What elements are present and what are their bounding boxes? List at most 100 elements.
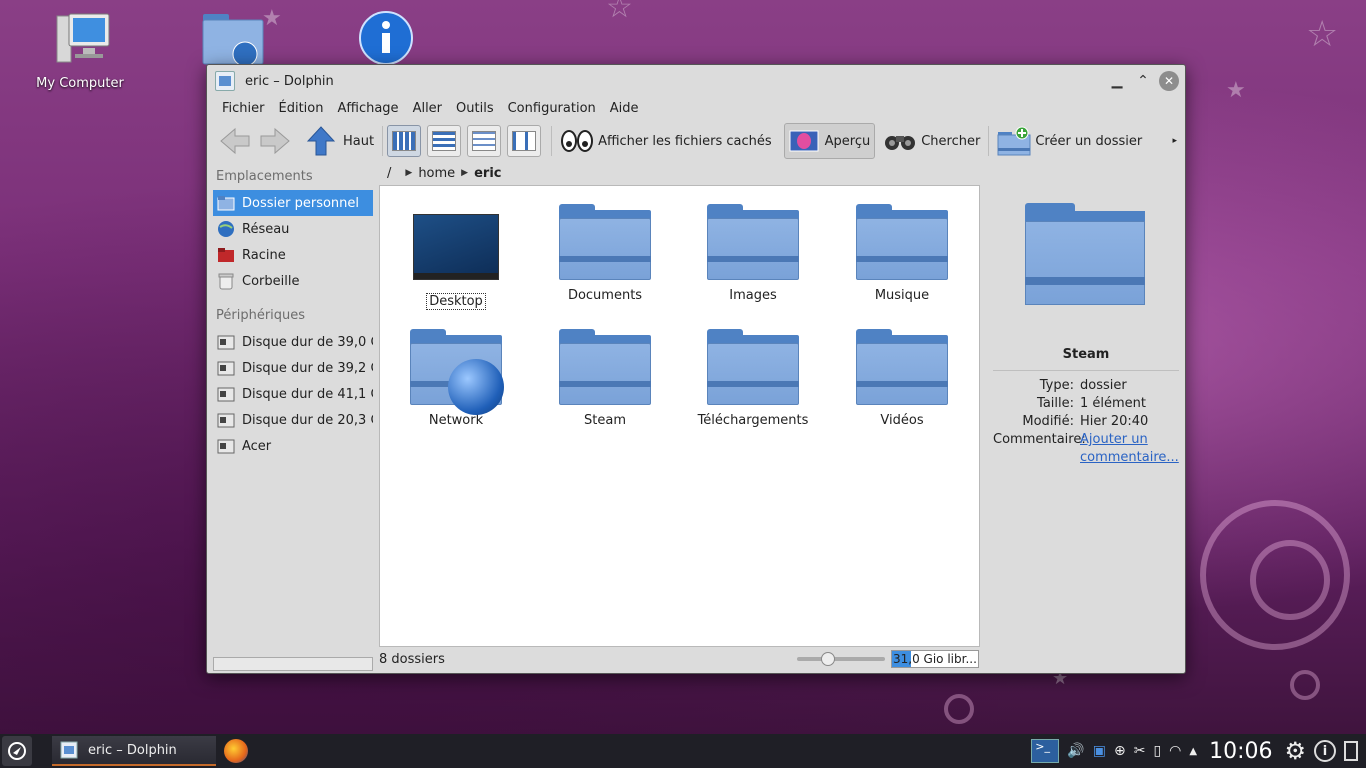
taskbar: eric – Dolphin >_ 🔊 ▣ ⊕ ✂ ▯ ◠ ▲ 10:06 ⚙ …: [0, 734, 1366, 768]
sidebar-item-label: Réseau: [242, 221, 290, 237]
wifi-icon[interactable]: ◠: [1169, 743, 1181, 759]
sidebar-item-disk-4[interactable]: Disque dur de 20,3 Gi: [213, 407, 373, 433]
columns-view-button[interactable]: [507, 125, 542, 157]
sidebar-item-label: Disque dur de 39,2 Gi: [242, 360, 373, 376]
menu-fichier[interactable]: Fichier: [215, 101, 272, 116]
sidebar-item-label: Disque dur de 41,1 Gi: [242, 386, 373, 402]
toolbar-overflow-button[interactable]: ▸: [1168, 123, 1181, 159]
file-item-label: Steam: [584, 413, 626, 428]
file-item-desktop[interactable]: Desktop: [386, 204, 526, 310]
compact-view-button[interactable]: [427, 125, 462, 157]
clipboard-icon[interactable]: ✂: [1134, 743, 1146, 759]
network-manager-icon[interactable]: ▣: [1093, 743, 1106, 759]
menu-configuration[interactable]: Configuration: [501, 101, 603, 116]
free-space-indicator[interactable]: 31,0 Gio libr...: [891, 650, 979, 668]
menu-edition[interactable]: Édition: [272, 101, 331, 116]
breadcrumb-root[interactable]: /: [387, 166, 391, 181]
application-launcher-button[interactable]: [2, 736, 32, 766]
clock[interactable]: 10:06: [1209, 739, 1272, 764]
info-key: Commentaire:: [993, 432, 1086, 447]
menu-aide[interactable]: Aide: [603, 101, 646, 116]
sidebar-item-label: Corbeille: [242, 273, 300, 289]
file-item-label: Desktop: [426, 293, 486, 310]
sidebar-item-racine[interactable]: Racine: [213, 242, 373, 268]
details-view-icon: [472, 131, 497, 151]
file-item-label: Network: [428, 413, 484, 428]
sidebar-item-corbeille[interactable]: Corbeille: [213, 268, 373, 294]
file-item-steam[interactable]: Steam: [535, 329, 675, 428]
details-view-button[interactable]: [467, 125, 502, 157]
taskbar-task-dolphin[interactable]: eric – Dolphin: [52, 736, 216, 766]
new-folder-button[interactable]: Créer un dossier: [993, 123, 1146, 159]
file-item-images[interactable]: Images: [683, 204, 823, 303]
sidebar-horizontal-scrollbar[interactable]: [213, 657, 373, 671]
compact-view-icon: [432, 131, 457, 151]
show-hidden-label: Afficher les fichiers cachés: [598, 133, 772, 149]
show-hidden-files-button[interactable]: Afficher les fichiers cachés: [556, 123, 776, 159]
info-key: Modifié:: [1022, 414, 1074, 429]
file-item-telechargements[interactable]: Téléchargements: [683, 329, 823, 428]
close-button[interactable]: ✕: [1159, 71, 1179, 91]
sidebar-item-disk-1[interactable]: Disque dur de 39,0 Gi: [213, 329, 373, 355]
info-divider: [993, 370, 1179, 371]
search-label: Chercher: [921, 133, 981, 149]
folder-icon: [707, 204, 799, 280]
task-title: eric – Dolphin: [88, 742, 177, 758]
zoom-slider[interactable]: [797, 652, 885, 666]
globe-icon: [218, 221, 234, 237]
menu-aller[interactable]: Aller: [406, 101, 449, 116]
home-folder-icon: [217, 196, 235, 211]
breadcrumb-current[interactable]: eric: [474, 166, 501, 181]
up-button[interactable]: Haut: [303, 123, 378, 159]
desktop-icon-my-computer[interactable]: My Computer: [30, 12, 130, 91]
forward-button[interactable]: [255, 123, 295, 159]
info-row-size: Taille: 1 élément: [993, 395, 1179, 413]
toolbar: Haut Afficher les fichiers cachés Aperçu: [207, 119, 1185, 163]
tray-expand-icon[interactable]: ▲: [1189, 746, 1197, 757]
sidebar-item-disk-2[interactable]: Disque dur de 39,2 Gi: [213, 355, 373, 381]
sidebar-item-reseau[interactable]: Réseau: [213, 216, 373, 242]
icons-view-button[interactable]: [387, 125, 422, 157]
file-item-network[interactable]: Network: [386, 329, 526, 428]
columns-view-icon: [512, 131, 537, 151]
sidebar-item-disk-3[interactable]: Disque dur de 41,1 Gi: [213, 381, 373, 407]
battery-icon[interactable]: ▯: [1153, 743, 1161, 759]
terminal-icon[interactable]: >_: [1031, 739, 1060, 763]
sidebar-item-acer[interactable]: Acer: [213, 433, 373, 459]
zoom-slider-handle[interactable]: [821, 652, 835, 666]
menu-outils[interactable]: Outils: [449, 101, 501, 116]
trash-icon: [218, 273, 234, 290]
chevron-right-icon[interactable]: ▶: [461, 168, 468, 178]
hard-disk-icon: [217, 413, 235, 428]
file-item-documents[interactable]: Documents: [535, 204, 675, 303]
firefox-icon[interactable]: [224, 739, 248, 763]
maximize-button[interactable]: ⌃: [1133, 71, 1153, 91]
folder-icon: [856, 204, 948, 280]
sidebar-item-dossier-personnel[interactable]: Dossier personnel: [213, 190, 373, 216]
window-title: eric – Dolphin: [245, 73, 334, 89]
volume-icon[interactable]: 🔊: [1067, 743, 1084, 759]
file-view[interactable]: Desktop Documents Images Musique Network: [379, 185, 980, 647]
info-icon[interactable]: i: [1314, 740, 1336, 762]
add-comment-link[interactable]: Ajouter un commentaire...: [1080, 431, 1179, 467]
menu-affichage[interactable]: Affichage: [330, 101, 405, 116]
back-button[interactable]: [215, 123, 255, 159]
info-key: Type:: [1039, 378, 1074, 393]
search-button[interactable]: Chercher: [879, 123, 984, 159]
info-row-type: Type: dossier: [993, 377, 1179, 395]
chevron-right-icon[interactable]: ▶: [405, 168, 412, 178]
file-item-musique[interactable]: Musique: [832, 204, 972, 303]
breadcrumb-home[interactable]: home: [418, 166, 455, 181]
panel-toolbox-icon[interactable]: [1344, 741, 1358, 761]
window-titlebar[interactable]: eric – Dolphin ▁ ⌃ ✕: [207, 65, 1185, 97]
file-item-label: Téléchargements: [697, 413, 809, 428]
file-item-videos[interactable]: Vidéos: [832, 329, 972, 428]
back-arrow-icon: [220, 127, 250, 155]
device-notifier-icon[interactable]: ⊕: [1114, 743, 1126, 759]
info-value: 1 élément: [1080, 396, 1147, 411]
settings-gear-icon[interactable]: ⚙: [1284, 737, 1306, 765]
hard-disk-icon: [217, 439, 235, 454]
preview-button[interactable]: Aperçu: [783, 123, 876, 159]
new-folder-label: Créer un dossier: [1035, 133, 1143, 149]
minimize-button[interactable]: ▁: [1107, 71, 1127, 91]
